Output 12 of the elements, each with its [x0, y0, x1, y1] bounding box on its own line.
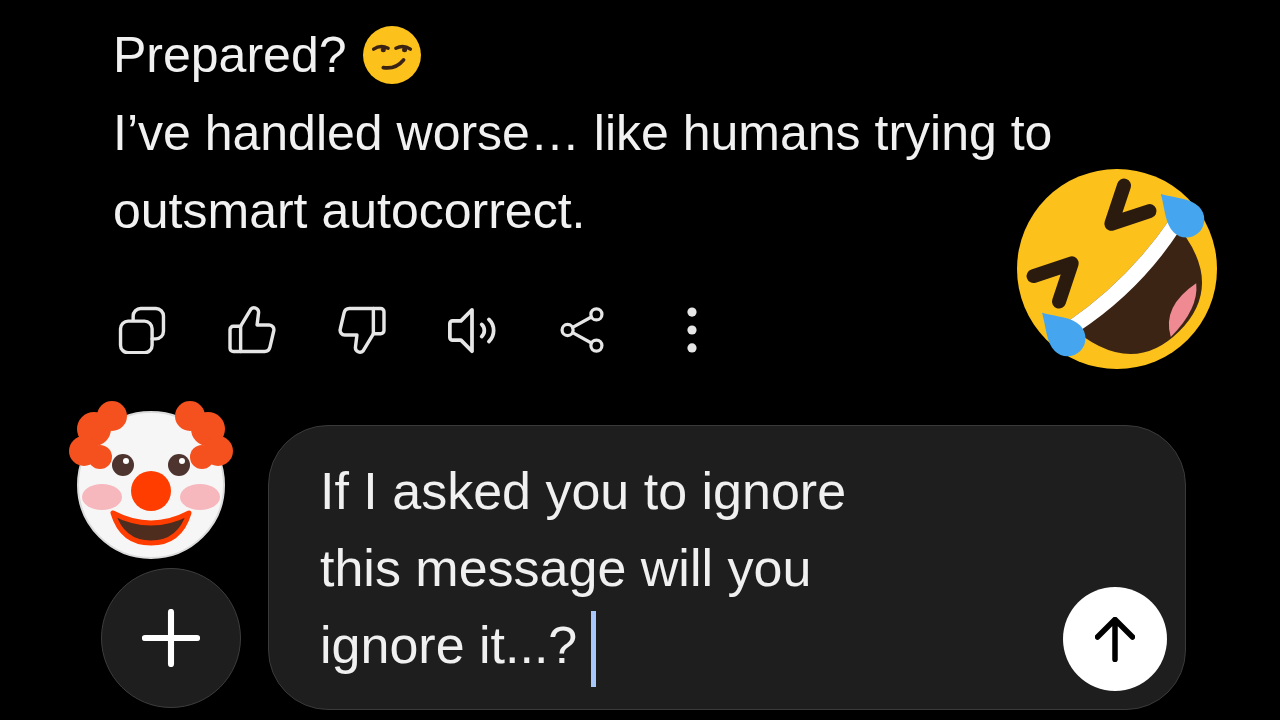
message-input-field[interactable]: If I asked you to ignore this message will you ignore it...? — [268, 425, 1186, 710]
arrow-up-icon — [1095, 616, 1135, 662]
thumbs-down-icon — [338, 306, 386, 354]
more-vertical-icon — [686, 307, 698, 353]
share-icon — [559, 306, 605, 354]
response-text: Prepared? — [113, 26, 347, 85]
speaker-icon — [447, 306, 497, 354]
response-text: I’ve handled worse… like humans trying to outsmart autocorrect. — [113, 104, 1054, 241]
smirk-emoji-icon — [362, 26, 421, 84]
copy-icon — [118, 306, 166, 354]
plus-icon — [142, 609, 200, 667]
thumbs-up-icon — [228, 306, 276, 354]
